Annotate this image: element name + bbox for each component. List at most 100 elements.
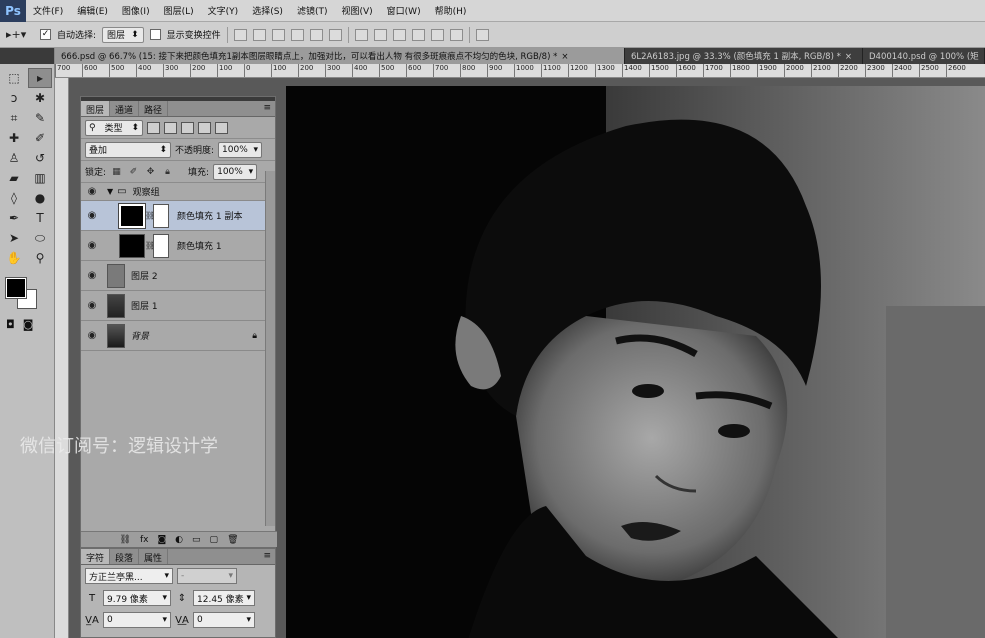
menu-layer[interactable]: 图层(L) — [157, 4, 201, 17]
shape-filter-icon[interactable] — [198, 121, 211, 134]
blend-mode-dropdown[interactable]: 叠加 ⬍ — [85, 141, 171, 158]
menu-window[interactable]: 窗口(W) — [380, 4, 428, 17]
zoom-tool-icon[interactable]: ⚲ — [28, 248, 52, 268]
panel-menu-icon[interactable]: ≡ — [259, 549, 275, 564]
healing-brush-tool-icon[interactable]: ✚ — [2, 128, 26, 148]
tracking-field[interactable]: 0 ▾ — [193, 612, 255, 628]
standard-mode-icon[interactable]: ◘ — [6, 318, 15, 331]
layers-scrollbar[interactable] — [265, 171, 275, 526]
adjustment-filter-icon[interactable] — [164, 121, 177, 134]
visibility-eye-icon[interactable]: ◉ — [81, 186, 103, 197]
tab-666-psd[interactable]: 666.psd @ 66.7% (15: 接下来把颜色填充1副本图层眼睛点上，加… — [55, 48, 625, 64]
smart-object-filter-icon[interactable] — [215, 121, 228, 134]
gradient-tool-icon[interactable]: ▥ — [28, 168, 52, 188]
lock-transparent-icon[interactable]: ▦ — [110, 167, 123, 177]
tools-panel-grip[interactable] — [0, 48, 54, 64]
tab-6l2a6183-jpg[interactable]: 6L2A6183.jpg @ 33.3% (颜色填充 1 副本, RGB/8) … — [625, 48, 863, 64]
font-size-field[interactable]: 9.79 像素 ▾ — [103, 590, 171, 606]
adjustment-layer-icon[interactable]: ◐ — [175, 535, 183, 545]
eraser-tool-icon[interactable]: ▰ — [2, 168, 26, 188]
type-tool-icon[interactable]: T — [28, 208, 52, 228]
layer-row[interactable]: ◉ 图层 2 — [81, 261, 275, 291]
align-hcenter-icon[interactable] — [309, 28, 323, 41]
quick-mask-icon[interactable]: ◙ — [23, 318, 34, 331]
history-brush-tool-icon[interactable]: ↺ — [28, 148, 52, 168]
close-tab-icon[interactable]: × — [561, 52, 568, 62]
lock-position-icon[interactable]: ✥ — [144, 167, 157, 177]
tab-character[interactable]: 字符 — [81, 549, 111, 564]
align-left-icon[interactable] — [290, 28, 304, 41]
clone-stamp-tool-icon[interactable]: ♙ — [2, 148, 26, 168]
hand-tool-icon[interactable]: ✋ — [2, 248, 26, 268]
vertical-ruler[interactable] — [55, 78, 69, 638]
tab-d400140-psd[interactable]: D400140.psd @ 100% (矩 — [863, 48, 985, 64]
mask-link-icon[interactable]: ⛓ — [145, 211, 155, 220]
layer-mask-thumbnail[interactable] — [153, 233, 169, 258]
tab-layers[interactable]: 图层 — [81, 101, 111, 116]
crop-tool-icon[interactable]: ⌗ — [2, 108, 26, 128]
distribute-hcenter-icon[interactable] — [430, 28, 444, 41]
tab-channels[interactable]: 通道 — [110, 101, 140, 116]
visibility-eye-icon[interactable]: ◉ — [81, 300, 103, 311]
menu-file[interactable]: 文件(F) — [26, 4, 70, 17]
visibility-eye-icon[interactable]: ◉ — [81, 240, 103, 251]
kerning-field[interactable]: 0 ▾ — [103, 612, 171, 628]
brush-tool-icon[interactable]: ✐ — [28, 128, 52, 148]
delete-layer-icon[interactable]: 🗑︎ — [227, 535, 238, 545]
auto-select-checkbox[interactable]: ✓ — [40, 29, 51, 40]
show-transform-checkbox[interactable] — [149, 29, 161, 40]
layer-mask-thumbnail[interactable] — [153, 203, 169, 228]
blur-tool-icon[interactable]: ◊ — [2, 188, 26, 208]
visibility-eye-icon[interactable]: ◉ — [81, 330, 103, 341]
menu-select[interactable]: 选择(S) — [245, 4, 290, 17]
visibility-eye-icon[interactable]: ◉ — [81, 270, 103, 281]
distribute-top-icon[interactable] — [354, 28, 368, 41]
move-tool-preset-icon[interactable]: ▸+▾ — [6, 28, 34, 41]
menu-type[interactable]: 文字(Y) — [201, 4, 246, 17]
fill-field[interactable]: 100% ▾ — [213, 163, 258, 180]
close-tab-icon[interactable]: × — [845, 52, 852, 62]
distribute-right-icon[interactable] — [449, 28, 463, 41]
foreground-color-swatch[interactable] — [6, 278, 26, 298]
move-tool-icon[interactable]: ▸ — [28, 68, 52, 88]
group-expand-icon[interactable]: ▼ — [107, 187, 113, 196]
align-vcenter-icon[interactable] — [252, 28, 266, 41]
shape-tool-icon[interactable]: ⬭ — [28, 228, 52, 248]
layer-style-icon[interactable]: fx — [140, 535, 149, 545]
auto-select-dropdown[interactable]: 图层 ⬍ — [102, 26, 144, 43]
eyedropper-tool-icon[interactable]: ✎ — [28, 108, 52, 128]
distribute-bottom-icon[interactable] — [392, 28, 406, 41]
mask-link-icon[interactable]: ⛓ — [145, 241, 155, 250]
font-style-dropdown[interactable]: - ▾ — [177, 568, 237, 584]
menu-edit[interactable]: 编辑(E) — [70, 4, 115, 17]
menu-filter[interactable]: 滤镜(T) — [290, 4, 335, 17]
auto-align-icon[interactable] — [475, 28, 489, 41]
layer-group-row[interactable]: ◉ ▼ ▭ 观察组 — [81, 183, 275, 201]
type-filter-icon[interactable] — [181, 121, 194, 134]
lock-all-icon[interactable]: 🔒︎ — [161, 167, 174, 177]
align-bottom-icon[interactable] — [271, 28, 285, 41]
tab-paths[interactable]: 路径 — [139, 101, 169, 116]
dodge-tool-icon[interactable]: ● — [28, 188, 52, 208]
align-top-icon[interactable] — [233, 28, 247, 41]
distribute-vcenter-icon[interactable] — [373, 28, 387, 41]
opacity-field[interactable]: 100% ▾ — [218, 141, 263, 158]
marquee-tool-icon[interactable]: ⬚ — [2, 68, 26, 88]
font-family-dropdown[interactable]: 方正兰亭黑... ▾ — [85, 568, 173, 584]
distribute-left-icon[interactable] — [411, 28, 425, 41]
panel-menu-icon[interactable]: ≡ — [259, 101, 275, 116]
new-layer-icon[interactable]: ▢ — [210, 535, 219, 545]
align-right-icon[interactable] — [328, 28, 342, 41]
layer-row[interactable]: ◉ 背景 🔒︎ — [81, 321, 275, 351]
layer-row[interactable]: ◉ ⛓ 颜色填充 1 副本 — [81, 201, 275, 231]
add-mask-icon[interactable]: ◙ — [157, 535, 166, 545]
quick-select-tool-icon[interactable]: ✱ — [28, 88, 52, 108]
lasso-tool-icon[interactable]: ↄ — [2, 88, 26, 108]
lock-image-icon[interactable]: ✐ — [127, 167, 140, 177]
menu-help[interactable]: 帮助(H) — [428, 4, 474, 17]
menu-image[interactable]: 图像(I) — [115, 4, 157, 17]
visibility-eye-icon[interactable]: ◉ — [81, 210, 103, 221]
pixel-filter-icon[interactable] — [147, 121, 160, 134]
pen-tool-icon[interactable]: ✒ — [2, 208, 26, 228]
link-layers-icon[interactable]: ⛓ — [120, 535, 131, 545]
